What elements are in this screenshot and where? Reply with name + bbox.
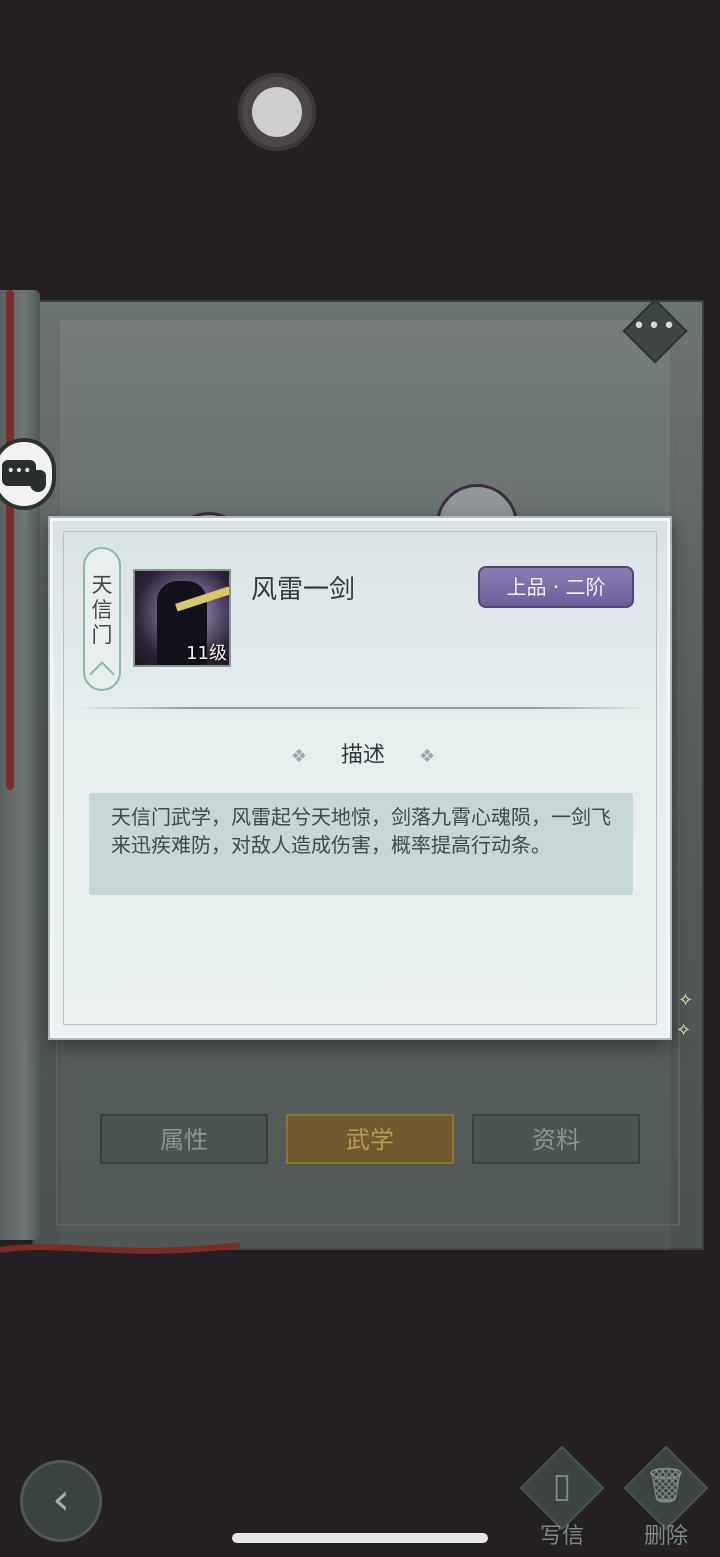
top-orb-button[interactable]	[238, 73, 316, 151]
trash-icon: 🗑	[644, 1466, 688, 1506]
skill-name: 风雷一剑	[251, 575, 356, 605]
skill-level: 11级	[186, 643, 227, 664]
grade-badge: 上品 · 二阶	[478, 566, 634, 608]
bookmark-ribbon-bottom	[0, 1242, 241, 1254]
description-title: 描述	[340, 743, 385, 768]
sect-tag: 天信门	[83, 547, 121, 691]
tab-profile[interactable]: 资料	[472, 1114, 640, 1164]
delete-button[interactable]: 🗑 删除	[622, 1445, 710, 1552]
chat-button[interactable]: •••	[0, 438, 56, 510]
sparkle-icon: ✧	[676, 1020, 692, 1041]
back-button[interactable]: ‹	[20, 1460, 102, 1542]
sparkle-icon: ✧	[678, 990, 694, 1011]
home-indicator	[232, 1533, 488, 1543]
bookmark-ribbon	[6, 290, 14, 790]
tab-attributes[interactable]: 属性	[100, 1114, 268, 1164]
tab-martial-arts[interactable]: 武学	[286, 1114, 454, 1164]
letter-icon: ▯	[552, 1466, 572, 1506]
sect-name: 天信门	[91, 573, 113, 647]
description-title-row: ❖ 描述 ❖	[53, 737, 673, 769]
description-text: 天信门武学，风雷起兮天地惊，剑落九霄心魂陨，一剑飞来迅疾难防，对敌人造成伤害，概…	[89, 793, 633, 895]
write-letter-button[interactable]: ▯ 写信	[518, 1445, 606, 1552]
more-dots-icon[interactable]: •••	[632, 312, 678, 352]
gift-bag-icon	[30, 470, 46, 492]
write-letter-label: 写信	[539, 1524, 584, 1549]
skill-detail-modal: 天信门 11级 风雷一剑 上品 · 二阶 ❖ 描述 ❖ 天信门武学，风雷起兮天地惊，…	[50, 518, 670, 1038]
divider	[77, 707, 647, 709]
sect-tag-tip	[89, 661, 115, 687]
ornament-icon: ❖	[419, 746, 436, 767]
book-spine	[0, 290, 40, 1240]
ornament-icon: ❖	[290, 746, 307, 767]
delete-label: 删除	[643, 1524, 688, 1549]
skill-portrait: 11级	[133, 569, 231, 667]
back-arrow-icon: ‹	[52, 1474, 70, 1525]
orb-center	[252, 87, 302, 137]
